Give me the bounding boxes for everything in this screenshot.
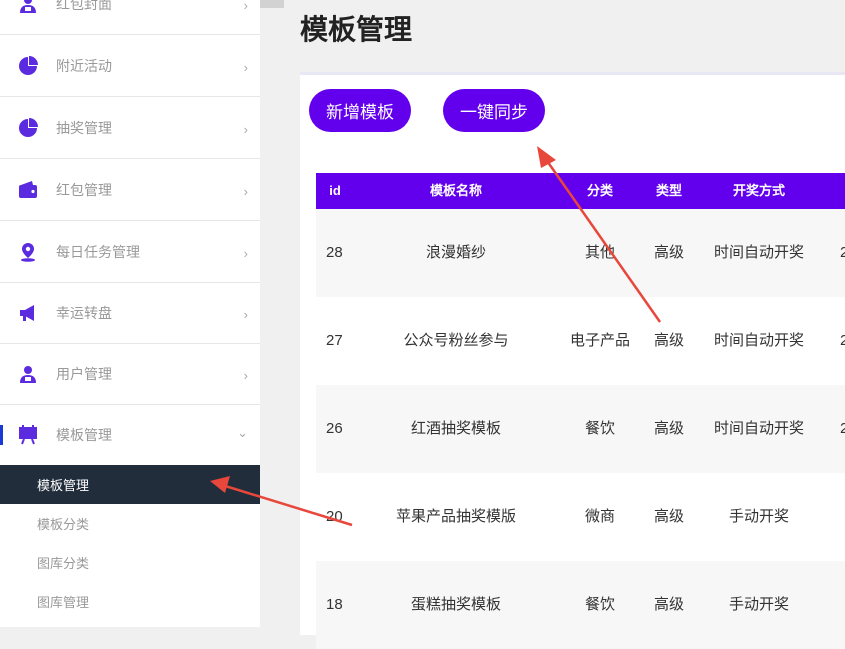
chevron-down-icon: ⌄	[237, 424, 248, 440]
wallet-icon	[18, 180, 38, 200]
sidebar-item-template-management[interactable]: 模板管理 ⌄	[0, 404, 260, 466]
cell-draw-method: 手动开奖	[728, 596, 789, 613]
table-row[interactable]: 20 苹果产品抽奖模版 微商 高级 手动开奖	[316, 473, 845, 561]
sidebar-item-label: 每日任务管理	[56, 243, 140, 260]
sidebar-item-label: 用户管理	[56, 365, 112, 382]
cell-type: 高级	[653, 332, 684, 349]
cell-name: 红酒抽奖模板	[410, 420, 501, 437]
sub-item-gallery-management[interactable]: 图库管理	[0, 582, 260, 621]
pie-chart-icon	[18, 117, 38, 138]
sidebar-item-label: 红包管理	[56, 181, 112, 198]
cell-type: 高级	[653, 244, 684, 261]
cell-type: 高级	[653, 508, 684, 525]
sub-item-template-management[interactable]: 模板管理	[0, 465, 260, 504]
table-row[interactable]: 26 红酒抽奖模板 餐饮 高级 时间自动开奖 2	[316, 385, 845, 473]
cell-id: 18	[326, 596, 343, 613]
column-header-draw-method: 开奖方式	[732, 183, 785, 198]
cell-extra	[840, 473, 845, 561]
cell-id: 27	[326, 332, 343, 349]
sidebar-item-red-packet-management[interactable]: 红包管理 ›	[0, 159, 260, 221]
scrollbar-thumb[interactable]	[260, 0, 284, 8]
sub-item-label: 模板分类	[37, 517, 90, 532]
cell-draw-method: 时间自动开奖	[713, 420, 804, 437]
cell-id: 26	[326, 420, 343, 437]
cell-category: 餐饮	[584, 420, 615, 437]
sidebar-item-label: 红包封面	[56, 0, 112, 12]
cell-name: 苹果产品抽奖模版	[395, 508, 516, 525]
cell-category: 微商	[584, 508, 615, 525]
column-header-type: 类型	[655, 183, 682, 198]
cell-id: 20	[326, 508, 343, 525]
cell-extra: 2	[840, 244, 845, 261]
sidebar-item-lucky-wheel[interactable]: 幸运转盘 ›	[0, 282, 260, 344]
column-header-category: 分类	[586, 183, 613, 198]
add-template-button[interactable]: 新增模板	[309, 89, 411, 132]
sub-item-label: 模板管理	[37, 478, 90, 493]
cell-draw-method: 时间自动开奖	[713, 332, 804, 349]
chevron-right-icon: ›	[243, 183, 248, 199]
sidebar-item-nearby-activity[interactable]: 附近活动 ›	[0, 35, 260, 97]
sidebar-item-label: 附近活动	[56, 57, 112, 74]
location-pin-icon	[18, 242, 38, 262]
user-badge-icon	[18, 0, 38, 14]
cell-draw-method: 手动开奖	[728, 508, 789, 525]
sidebar-item-lottery-management[interactable]: 抽奖管理 ›	[0, 97, 260, 159]
cell-name: 浪漫婚纱	[425, 244, 486, 261]
cell-draw-method: 时间自动开奖	[713, 244, 804, 261]
sidebar-item-user-management[interactable]: 用户管理 ›	[0, 343, 260, 405]
cell-id: 28	[326, 244, 343, 261]
sub-item-label: 图库分类	[37, 556, 90, 571]
chevron-right-icon: ›	[243, 0, 248, 13]
sync-button[interactable]: 一键同步	[443, 89, 545, 132]
sidebar-item-red-packet-cover[interactable]: 红包封面 ›	[0, 0, 260, 35]
chevron-right-icon: ›	[243, 59, 248, 75]
sidebar: 红包封面 › 附近活动 › 抽奖管理 › 红包管理 › 每日任务管理 › 幸运转	[0, 0, 260, 627]
column-header-name: 模板名称	[429, 183, 482, 198]
chevron-right-icon: ›	[243, 245, 248, 261]
cell-extra	[840, 561, 845, 649]
column-header-id: id	[329, 183, 341, 198]
chevron-right-icon: ›	[243, 306, 248, 322]
sidebar-item-label: 模板管理	[56, 426, 112, 443]
cell-name: 公众号粉丝参与	[403, 332, 509, 349]
cell-type: 高级	[653, 596, 684, 613]
cell-extra: 2	[840, 420, 845, 437]
cell-name: 蛋糕抽奖模板	[410, 596, 501, 613]
sub-item-label: 图库管理	[37, 595, 90, 610]
sidebar-item-daily-tasks[interactable]: 每日任务管理 ›	[0, 221, 260, 283]
cell-category: 其他	[584, 244, 615, 261]
pie-chart-icon	[18, 55, 38, 76]
chevron-right-icon: ›	[243, 367, 248, 383]
megaphone-icon	[18, 303, 38, 323]
sidebar-item-label: 抽奖管理	[56, 119, 112, 136]
cell-category: 电子产品	[569, 332, 630, 349]
sidebar-item-label: 幸运转盘	[56, 304, 112, 321]
active-indicator	[0, 424, 3, 445]
sub-item-template-category[interactable]: 模板分类	[0, 504, 260, 543]
cell-category: 餐饮	[584, 596, 615, 613]
table-header: id 模板名称 分类 类型 开奖方式	[316, 173, 845, 209]
chevron-right-icon: ›	[243, 121, 248, 137]
board-icon	[18, 424, 38, 445]
user-badge-icon	[18, 364, 38, 384]
cell-type: 高级	[653, 420, 684, 437]
sub-item-gallery-category[interactable]: 图库分类	[0, 543, 260, 582]
table-row[interactable]: 27 公众号粉丝参与 电子产品 高级 时间自动开奖 2	[316, 297, 845, 385]
page-title: 模板管理	[300, 14, 413, 45]
cell-extra: 2	[840, 332, 845, 349]
table-row[interactable]: 18 蛋糕抽奖模板 餐饮 高级 手动开奖	[316, 561, 845, 649]
table-row[interactable]: 28 浪漫婚纱 其他 高级 时间自动开奖 2	[316, 209, 845, 297]
